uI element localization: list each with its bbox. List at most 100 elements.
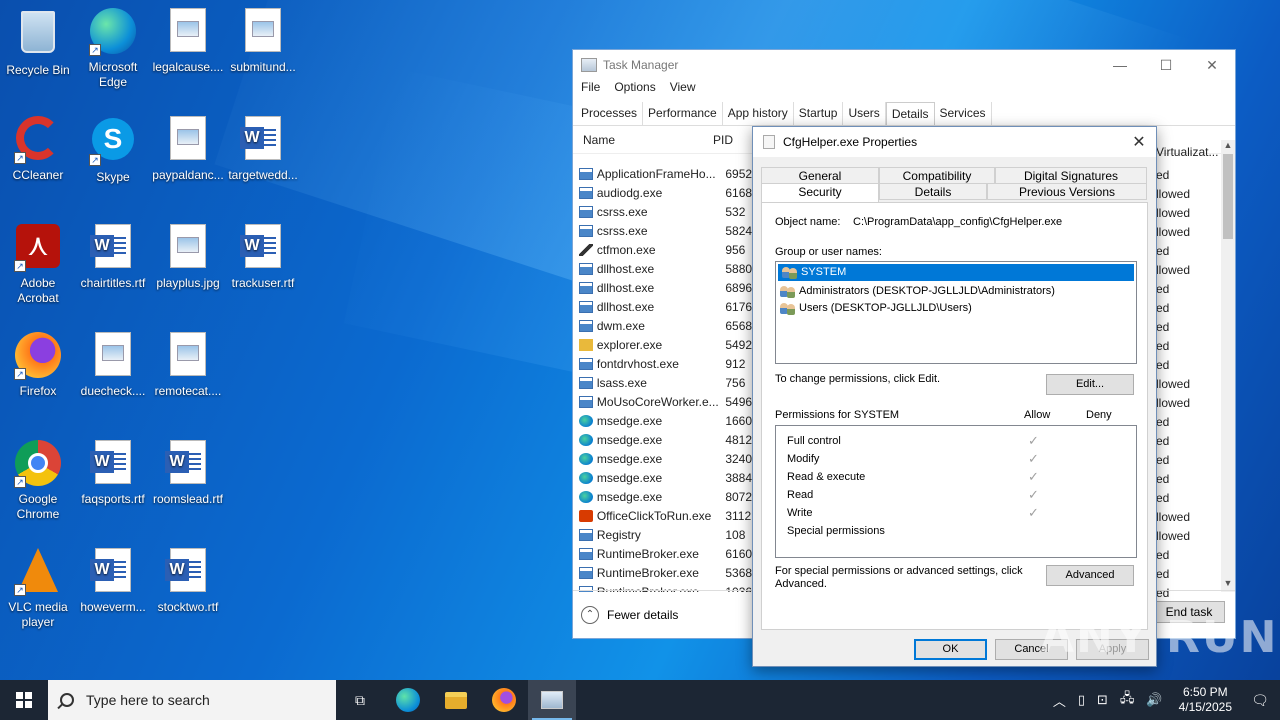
process-row[interactable]: audiodg.exe 6168 <box>573 183 753 202</box>
fewer-details-link[interactable]: Fewer details <box>607 608 678 622</box>
desktop-icon-duecheck[interactable]: duecheck.... <box>75 332 151 399</box>
desktop-icon-adobe-acrobat[interactable]: ⋏ ↗ Adobe Acrobat <box>0 224 76 306</box>
taskbar-search-box[interactable]: Type here to search <box>48 680 336 720</box>
taskbar-firefox[interactable] <box>480 680 528 720</box>
process-row[interactable]: ctfmon.exe 956 <box>573 240 753 259</box>
process-row[interactable]: ApplicationFrameHo... 6952 <box>573 164 753 183</box>
permission-name: Modify <box>787 453 820 465</box>
menu-file[interactable]: File <box>581 80 600 100</box>
process-row[interactable]: OfficeClickToRun.exe 3112 <box>573 506 753 525</box>
tab-details[interactable]: Details <box>885 102 935 125</box>
task-manager-titlebar[interactable]: Task Manager — ☐ ✕ <box>573 50 1235 80</box>
column-header-name[interactable]: Name <box>573 133 713 147</box>
minimize-button[interactable]: — <box>1097 50 1143 80</box>
tab-digital-signatures[interactable]: Digital Signatures <box>995 167 1147 184</box>
desktop-icon-legalcause[interactable]: legalcause.... <box>150 8 226 75</box>
taskbar-file-explorer[interactable] <box>432 680 480 720</box>
desktop-icon-ccleaner[interactable]: ↗ CCleaner <box>0 116 76 183</box>
edit-button[interactable]: Edit... <box>1046 374 1134 395</box>
process-row[interactable]: csrss.exe 532 <box>573 202 753 221</box>
close-button[interactable]: ✕ <box>1189 50 1235 80</box>
tab-services[interactable]: Services <box>935 102 992 125</box>
desktop-icon-roomslead-rtf[interactable]: Wroomslead.rtf <box>150 440 226 507</box>
start-button[interactable] <box>0 680 48 720</box>
desktop-icon-playplus-jpg[interactable]: playplus.jpg <box>150 224 226 291</box>
tab-compatibility[interactable]: Compatibility <box>879 167 995 184</box>
column-header-pid[interactable]: PID <box>713 133 753 147</box>
desktop-icon-stocktwo-rtf[interactable]: Wstocktwo.rtf <box>150 548 226 615</box>
menu-options[interactable]: Options <box>614 80 655 100</box>
desktop-icon-firefox[interactable]: ↗ Firefox <box>0 332 76 399</box>
process-row[interactable]: msedge.exe 1660 <box>573 411 753 430</box>
desktop-icon-google-chrome[interactable]: ↗ Google Chrome <box>0 440 76 522</box>
desktop-icon-paypaldanc[interactable]: paypaldanc... <box>150 116 226 183</box>
process-row[interactable]: msedge.exe 3884 <box>573 468 753 487</box>
process-window-icon <box>579 357 593 370</box>
process-row[interactable]: Registry 108 <box>573 525 753 544</box>
tab-details[interactable]: Details <box>879 183 987 200</box>
process-row[interactable]: msedge.exe 8072 <box>573 487 753 506</box>
process-list-scrollbar[interactable]: ▲ ▼ <box>1221 140 1235 592</box>
process-row[interactable]: dwm.exe 6568 <box>573 316 753 335</box>
process-row[interactable]: csrss.exe 5824 <box>573 221 753 240</box>
group-item[interactable]: Users (DESKTOP-JGLLJLD\Users) <box>776 300 1136 317</box>
meet-now-icon[interactable]: ⊡ <box>1097 692 1108 708</box>
process-row[interactable]: dllhost.exe 6896 <box>573 278 753 297</box>
desktop-icon-howeverm[interactable]: Whoweverm... <box>75 548 151 615</box>
maximize-button[interactable]: ☐ <box>1143 50 1189 80</box>
tab-performance[interactable]: Performance <box>643 102 723 125</box>
desktop-icon-faqsports-rtf[interactable]: Wfaqsports.rtf <box>75 440 151 507</box>
tab-general[interactable]: General <box>761 167 879 184</box>
process-window-icon <box>579 319 593 332</box>
process-window-icon <box>579 262 593 275</box>
process-row[interactable]: RuntimeBroker.exe 6160 <box>573 544 753 563</box>
process-name: msedge.exe <box>596 451 663 466</box>
taskbar-task-manager[interactable] <box>528 680 576 720</box>
tab-previous-versions[interactable]: Previous Versions <box>987 183 1147 200</box>
process-row[interactable]: MoUsoCoreWorker.e... 5496 <box>573 392 753 411</box>
tablet-icon[interactable]: ▯ <box>1078 692 1085 708</box>
network-icon[interactable]: 🖧 <box>1120 689 1135 711</box>
group-item[interactable]: Administrators (DESKTOP-JGLLJLD\Administ… <box>776 283 1136 300</box>
tab-app-history[interactable]: App history <box>723 102 794 125</box>
volume-icon[interactable]: 🔊 <box>1146 692 1162 708</box>
taskbar-edge[interactable] <box>384 680 432 720</box>
desktop-icon-trackuser-rtf[interactable]: Wtrackuser.rtf <box>225 224 301 291</box>
group-item[interactable]: SYSTEM <box>778 264 1134 281</box>
dialog-titlebar[interactable]: CfgHelper.exe Properties ✕ <box>753 127 1156 157</box>
tab-startup[interactable]: Startup <box>794 102 844 125</box>
menu-view[interactable]: View <box>670 80 696 100</box>
notifications-icon[interactable]: 🗨 <box>1240 680 1280 720</box>
scroll-up-icon[interactable]: ▲ <box>1221 140 1235 154</box>
allow-check-icon: ✓ <box>1028 433 1039 448</box>
scroll-thumb[interactable] <box>1223 154 1233 239</box>
process-row[interactable]: msedge.exe 3240 <box>573 449 753 468</box>
advanced-button[interactable]: Advanced <box>1046 565 1134 586</box>
process-row[interactable]: msedge.exe 4812 <box>573 430 753 449</box>
desktop-icon-targetwedd[interactable]: Wtargetwedd... <box>225 116 301 183</box>
process-row[interactable]: dllhost.exe 6176 <box>573 297 753 316</box>
desktop-icon-skype[interactable]: S ↗ Skype <box>75 116 151 185</box>
tab-processes[interactable]: Processes <box>576 102 644 125</box>
process-window-icon <box>579 167 593 180</box>
process-row[interactable]: fontdrvhost.exe 912 <box>573 354 753 373</box>
tab-users[interactable]: Users <box>843 102 886 125</box>
process-row[interactable]: lsass.exe 756 <box>573 373 753 392</box>
tab-security[interactable]: Security <box>761 183 879 203</box>
desktop-icon-remotecat[interactable]: remotecat.... <box>150 332 226 399</box>
task-view-button[interactable]: ⧉ <box>336 680 384 720</box>
desktop-icon-vlc-media-player[interactable]: ↗ VLC media player <box>0 548 76 630</box>
column-header-virtualization[interactable]: Virtualizat... <box>1156 138 1218 166</box>
process-row[interactable]: explorer.exe 5492 <box>573 335 753 354</box>
chevron-up-icon[interactable]: ⌃ <box>581 605 599 624</box>
desktop-icon-recycle-bin[interactable]: Recycle Bin <box>0 8 76 78</box>
ok-button[interactable]: OK <box>914 639 987 660</box>
show-hidden-icons-icon[interactable]: ︿ <box>1053 691 1066 710</box>
dialog-close-button[interactable]: ✕ <box>1122 132 1156 152</box>
process-row[interactable]: dllhost.exe 5880 <box>573 259 753 278</box>
taskbar-clock[interactable]: 6:50 PM 4/15/2025 <box>1179 685 1232 715</box>
desktop-icon-microsoft-edge[interactable]: ↗ Microsoft Edge <box>75 8 151 90</box>
desktop-icon-chairtitles-rtf[interactable]: Wchairtitles.rtf <box>75 224 151 291</box>
process-row[interactable]: RuntimeBroker.exe 5368 <box>573 563 753 582</box>
desktop-icon-submitund[interactable]: submitund... <box>225 8 301 75</box>
